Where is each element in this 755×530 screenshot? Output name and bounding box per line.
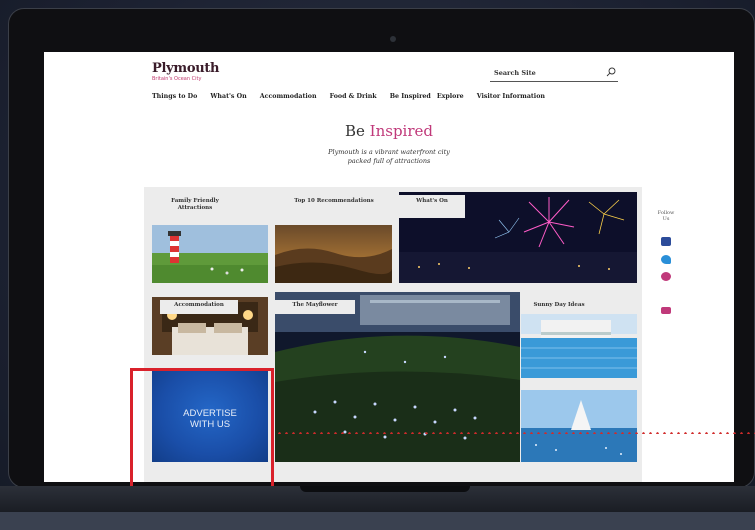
tile-family-friendly[interactable] <box>152 225 268 283</box>
nav-food-drink[interactable]: Food & Drink <box>330 93 377 100</box>
heart-icon[interactable] <box>661 272 671 281</box>
page-subtitle: Plymouth is a vibrant waterfront city pa… <box>44 148 734 166</box>
camera <box>390 36 396 42</box>
main-nav: Things to Do What's On Accommodation Foo… <box>152 93 558 100</box>
tile-top-10[interactable] <box>275 225 392 283</box>
tile-sunny-day[interactable] <box>521 314 637 378</box>
nav-whats-on[interactable]: What's On <box>210 93 246 100</box>
tile-sea[interactable] <box>521 390 637 462</box>
email-icon[interactable] <box>661 307 671 314</box>
sea-photo <box>521 390 637 462</box>
tile-label-sunny-day: Sunny Day Ideas <box>524 300 594 314</box>
laptop-frame: Plymouth Britain's Ocean City Search Sit… <box>8 8 755 488</box>
nav-visitor-information[interactable]: Visitor Information <box>477 93 545 100</box>
mayflower-photo <box>275 292 520 462</box>
search-input[interactable]: Search Site <box>490 67 618 82</box>
page-title-plain: Be <box>344 122 370 140</box>
page-title-highlight: Inspired <box>369 122 433 140</box>
tile-label-family-friendly: Family Friendly Attractions <box>160 195 230 222</box>
advert-highlight-frame <box>130 368 274 489</box>
landscape-photo <box>275 225 392 283</box>
tile-mayflower[interactable] <box>275 292 520 462</box>
twitter-icon[interactable] <box>661 255 671 264</box>
desk-surface <box>0 512 755 530</box>
site-logo-tagline: Britain's Ocean City <box>152 76 202 82</box>
lighthouse-photo <box>152 225 268 283</box>
nav-things-to-do[interactable]: Things to Do <box>152 93 197 100</box>
facebook-icon[interactable] <box>661 237 671 246</box>
dotted-pointer-line <box>276 432 755 434</box>
tile-label-top-10: Top 10 Recommendations <box>294 195 374 222</box>
laptop-notch <box>300 486 470 492</box>
tile-label-mayflower: The Mayflower <box>275 300 355 314</box>
subtitle-line-2: packed full of attractions <box>347 157 431 165</box>
search-icon[interactable] <box>606 67 616 77</box>
lido-photo <box>521 314 637 378</box>
tile-label-accommodation: Accommodation <box>160 300 238 314</box>
nav-be-inspired[interactable]: Be Inspired <box>390 93 431 100</box>
search-placeholder: Search Site <box>494 69 536 77</box>
follow-us-label: Follow Us <box>657 210 675 222</box>
page-title: Be Inspired <box>44 122 734 140</box>
nav-explore[interactable]: Explore <box>437 93 464 100</box>
nav-accommodation[interactable]: Accommodation <box>260 93 317 100</box>
tile-label-whats-on: What's On <box>399 195 465 218</box>
subtitle-line-1: Plymouth is a vibrant waterfront city <box>328 148 450 156</box>
site-logo[interactable]: Plymouth <box>152 61 220 76</box>
